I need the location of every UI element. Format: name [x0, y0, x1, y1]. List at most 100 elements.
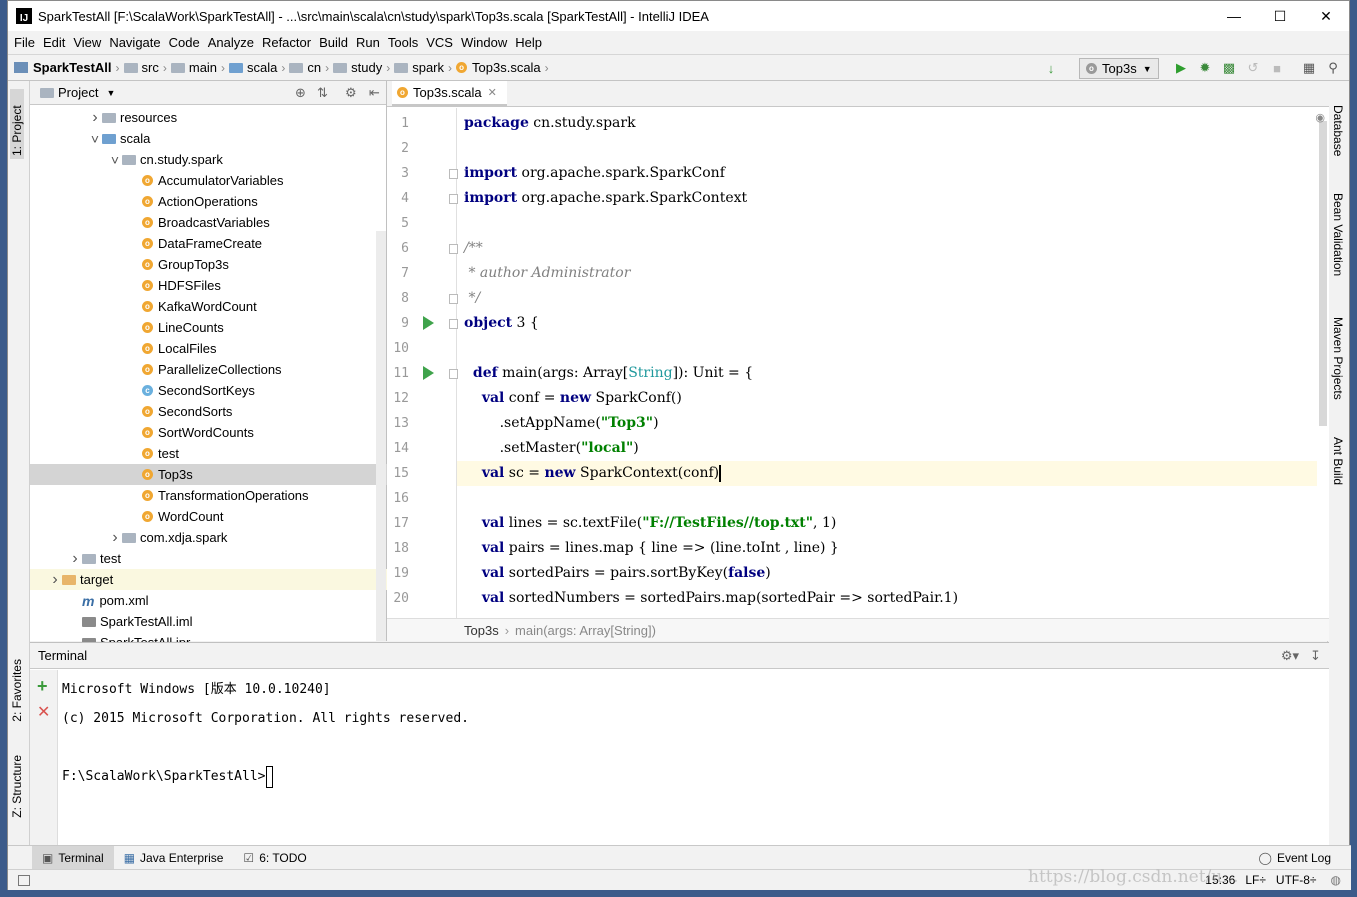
tree-scrollbar[interactable]: [376, 231, 386, 641]
menu-navigate[interactable]: Navigate: [107, 35, 166, 50]
breadcrumb-object[interactable]: Top3s: [464, 623, 499, 638]
menu-view[interactable]: View: [71, 35, 107, 50]
menu-analyze[interactable]: Analyze: [206, 35, 260, 50]
menu-help[interactable]: Help: [513, 35, 548, 50]
breadcrumb-src[interactable]: src ›: [123, 60, 167, 75]
chevron-right-icon[interactable]: ›: [88, 109, 102, 127]
tree-item[interactable]: o test: [30, 443, 387, 464]
tree-item[interactable]: › resources: [30, 107, 387, 128]
run-configuration-select[interactable]: o Top3s ▼: [1079, 58, 1159, 79]
tree-item[interactable]: o Top3s: [30, 464, 387, 485]
eye-icon[interactable]: ◉: [1315, 111, 1325, 124]
tree-item[interactable]: o ParallelizeCollections: [30, 359, 387, 380]
attach-icon[interactable]: ↺: [1245, 60, 1261, 76]
chevron-right-icon[interactable]: ›: [68, 550, 82, 568]
tool-tab-ant[interactable]: Ant Build: [1331, 437, 1345, 485]
tree-item[interactable]: › com.xdja.spark: [30, 527, 387, 548]
tree-item[interactable]: m pom.xml: [30, 590, 387, 611]
editor-tab[interactable]: o Top3s.scala ✕: [392, 81, 507, 107]
search-icon[interactable]: ⚲: [1325, 60, 1341, 76]
locate-icon[interactable]: ⊕: [295, 85, 306, 101]
hide-panel-icon[interactable]: ⇤: [369, 85, 380, 101]
tree-item[interactable]: › test: [30, 548, 387, 569]
tree-item[interactable]: o AccumulatorVariables: [30, 170, 387, 191]
tree-item[interactable]: o SecondSorts: [30, 401, 387, 422]
chevron-down-icon[interactable]: ˅: [88, 131, 102, 147]
event-log-button[interactable]: ◯ Event Log: [1249, 846, 1341, 870]
tree-item[interactable]: o ActionOperations: [30, 191, 387, 212]
breadcrumb-main[interactable]: main ›: [170, 60, 225, 75]
stop-icon[interactable]: ■: [1269, 60, 1285, 76]
chevron-right-icon[interactable]: ›: [108, 529, 122, 547]
menu-build[interactable]: Build: [317, 35, 354, 50]
menu-window[interactable]: Window: [459, 35, 513, 50]
tree-item[interactable]: › target: [30, 569, 387, 590]
bottom-tab-todo[interactable]: ☑ 6: TODO: [233, 846, 316, 870]
lock-icon[interactable]: ◍: [1331, 873, 1341, 887]
gear-icon[interactable]: ⚙: [345, 85, 357, 101]
run-gutter-icon[interactable]: [423, 366, 434, 380]
breadcrumb-method[interactable]: main(args: Array[String]): [515, 623, 656, 638]
toggle-tool-windows-icon[interactable]: [18, 874, 30, 886]
build-icon[interactable]: ↓: [1043, 60, 1059, 76]
editor-scrollbar[interactable]: [1319, 121, 1327, 501]
run-icon[interactable]: ▶: [1173, 60, 1189, 76]
chevron-down-icon[interactable]: ˅: [108, 152, 122, 168]
code-area[interactable]: package cn.study.spark import org.apache.…: [457, 108, 1317, 618]
breadcrumb-spark[interactable]: spark ›: [394, 60, 452, 75]
tree-item[interactable]: c SecondSortKeys: [30, 380, 387, 401]
collapse-all-icon[interactable]: ⇅: [317, 85, 328, 101]
tree-item[interactable]: ˅ scala: [30, 128, 387, 149]
bottom-tab-terminal[interactable]: ▣ Terminal: [32, 845, 114, 870]
tool-tab-database[interactable]: Database: [1331, 105, 1345, 156]
breadcrumb-file[interactable]: o Top3s.scala ›: [456, 60, 549, 75]
terminal-output[interactable]: Microsoft Windows [版本 10.0.10240] (c) 20…: [62, 675, 469, 791]
gear-icon[interactable]: ⚙▾: [1281, 648, 1299, 664]
tree-item[interactable]: o HDFSFiles: [30, 275, 387, 296]
tool-tab-bean-validation[interactable]: Bean Validation: [1331, 193, 1345, 276]
tree-item[interactable]: o SortWordCounts: [30, 422, 387, 443]
bottom-tab-java-enterprise[interactable]: ▦ Java Enterprise: [114, 846, 234, 870]
debug-icon[interactable]: ✹: [1197, 60, 1213, 76]
menu-code[interactable]: Code: [167, 35, 206, 50]
chevron-right-icon[interactable]: ›: [48, 571, 62, 589]
tool-tab-favorites[interactable]: 2: Favorites: [10, 659, 24, 722]
breadcrumb-scala[interactable]: scala ›: [229, 60, 285, 75]
minimize-icon[interactable]: —: [1211, 1, 1257, 31]
file-encoding[interactable]: UTF-8÷: [1276, 873, 1317, 887]
menu-edit[interactable]: Edit: [41, 35, 71, 50]
chevron-down-icon[interactable]: ▼: [106, 88, 115, 98]
tree-item[interactable]: o GroupTop3s: [30, 254, 387, 275]
hide-panel-icon[interactable]: ↧: [1310, 648, 1321, 664]
project-structure-icon[interactable]: ▦: [1301, 60, 1317, 76]
new-session-icon[interactable]: +: [37, 676, 48, 697]
close-tab-icon[interactable]: ✕: [488, 86, 497, 99]
tree-item[interactable]: o DataFrameCreate: [30, 233, 387, 254]
menu-run[interactable]: Run: [354, 35, 386, 50]
menu-file[interactable]: File: [12, 35, 41, 50]
tree-item[interactable]: o KafkaWordCount: [30, 296, 387, 317]
tree-item[interactable]: o WordCount: [30, 506, 387, 527]
tool-tab-structure[interactable]: Z: Structure: [10, 755, 24, 818]
close-session-icon[interactable]: ✕: [37, 702, 50, 722]
breadcrumb-project[interactable]: SparkTestAll ›: [14, 60, 120, 75]
maximize-icon[interactable]: ☐: [1257, 1, 1303, 31]
line-separator[interactable]: LF÷: [1245, 873, 1266, 887]
menu-tools[interactable]: Tools: [386, 35, 424, 50]
tree-item[interactable]: o LocalFiles: [30, 338, 387, 359]
close-icon[interactable]: ✕: [1303, 1, 1349, 31]
coverage-icon[interactable]: ▩: [1221, 60, 1237, 76]
breadcrumb-study[interactable]: study ›: [333, 60, 390, 75]
menu-vcs[interactable]: VCS: [424, 35, 459, 50]
menu-refactor[interactable]: Refactor: [260, 35, 317, 50]
tool-tab-project[interactable]: 1: Project: [10, 89, 24, 159]
project-view-select[interactable]: Project: [58, 85, 98, 100]
tree-item[interactable]: ˅ cn.study.spark: [30, 149, 387, 170]
tree-item[interactable]: o LineCounts: [30, 317, 387, 338]
tree-item[interactable]: SparkTestAll.iml: [30, 611, 387, 632]
breadcrumb-cn[interactable]: cn ›: [289, 60, 329, 75]
run-gutter-icon[interactable]: [423, 316, 434, 330]
tool-tab-maven[interactable]: Maven Projects: [1331, 317, 1345, 400]
tree-item[interactable]: o TransformationOperations: [30, 485, 387, 506]
tree-item[interactable]: o BroadcastVariables: [30, 212, 387, 233]
